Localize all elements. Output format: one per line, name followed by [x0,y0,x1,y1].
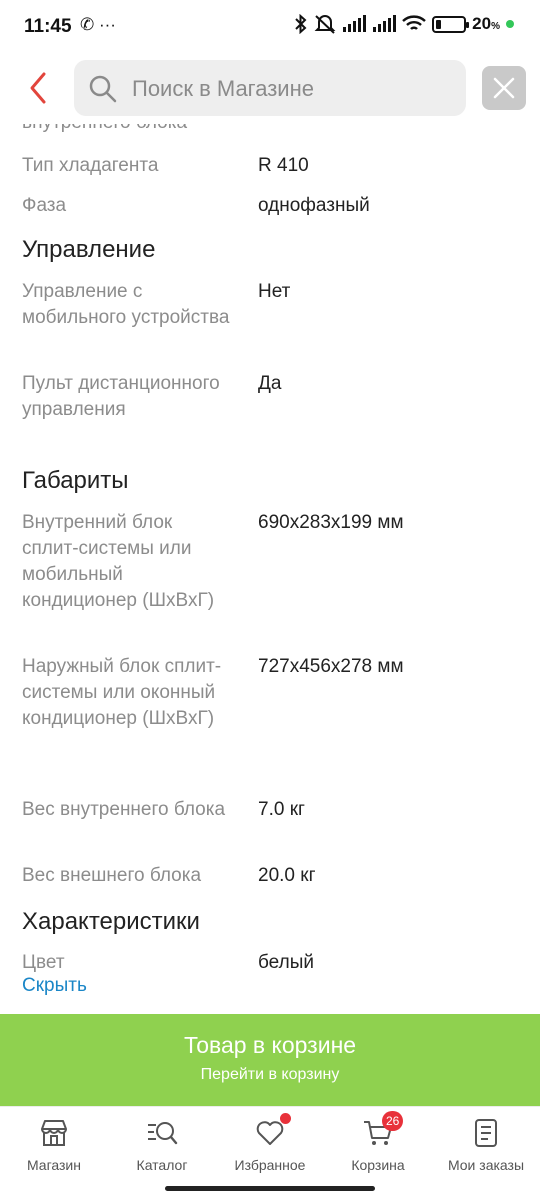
spec-label: Внутренний блок сплит-системы или мобиль… [22,512,215,611]
spec-label: Наружный блок сплит-системы или оконный … [22,656,222,729]
cart-banner-subtitle: Перейти в корзину [200,1066,340,1083]
spec-label: Пульт дистанционного управления [22,373,220,420]
specs-list: внутреннего блока Тип хладагента R 410 Ф… [0,124,540,1014]
spec-value: R 410 [258,155,309,176]
spec-label: Тип хладагента [22,155,159,176]
wifi-icon [402,15,426,30]
status-notification-icons: ✆ ··· [80,15,116,34]
silent-mode-icon [314,15,336,34]
spec-value: 690x283x199 мм [258,512,404,533]
nav-label-orders: Мои заказы [447,1157,525,1173]
chevron-left-icon [30,72,46,104]
top-bar: Поиск в Магазине [0,54,540,124]
spec-label: Вес внешнего блока [22,865,202,886]
close-icon [493,77,515,99]
status-dot [506,20,514,28]
signal-icon [343,15,367,32]
spec-value: 727x456x278 мм [258,656,404,677]
hide-specs-link[interactable]: Скрыть [22,975,87,997]
nav-label-store: Магазин [26,1157,81,1173]
search-placeholder: Поиск в Магазине [132,76,314,101]
battery-icon [432,15,470,33]
spec-value: Да [258,373,282,394]
spec-value: однофазный [258,195,370,216]
section-title-control: Управление [22,236,156,263]
battery-level [436,19,442,29]
spec-value: 20.0 кг [258,865,316,886]
nav-item-store[interactable]: Магазин [0,1117,108,1187]
favorites-badge-dot [280,1113,291,1124]
nav-label-favorites: Избранное [234,1157,306,1173]
spec-label-cut: внутреннего блока [22,124,187,136]
clear-search-button[interactable] [482,66,526,110]
search-input[interactable]: Поиск в Магазине [74,60,466,116]
nav-item-favorites[interactable]: Избранное [216,1113,324,1187]
spec-label: Фаза [22,195,67,216]
back-button[interactable] [20,68,60,108]
status-bar: 11:45 ✆ ··· 20% [0,0,540,54]
home-indicator[interactable] [165,1186,375,1191]
nav-item-orders[interactable]: Мои заказы [432,1117,540,1187]
status-time: 11:45 [24,16,72,37]
nav-label-cart: Корзина [351,1157,405,1173]
spec-label: Цвет [22,952,65,973]
spec-value: Нет [258,281,291,302]
cart-banner-title: Товар в корзине [183,1032,357,1058]
bluetooth-icon [295,14,307,34]
nav-item-cart[interactable]: 26 Корзина [324,1111,432,1187]
spec-value: белый [258,952,314,973]
go-to-cart-banner[interactable]: Товар в корзине Перейти в корзину [0,1014,540,1106]
battery-percent: 20% [472,14,500,33]
orders-icon [475,1119,497,1147]
spec-label: Вес внутреннего блока [22,799,226,820]
section-title-dimensions: Габариты [22,467,129,494]
search-icon [89,75,117,103]
nav-label-catalog: Каталог [136,1157,188,1173]
status-right-icons: 20% [294,14,514,34]
spec-label: Управление с мобильного устройства [22,281,230,328]
signal-icon-2 [373,15,397,32]
catalog-search-icon [148,1122,178,1145]
nav-item-catalog[interactable]: Каталог [108,1117,216,1187]
cart-count-badge: 26 [382,1111,404,1131]
section-title-characteristics: Характеристики [22,908,200,935]
spec-value: 7.0 кг [258,799,305,820]
store-icon [41,1120,67,1146]
